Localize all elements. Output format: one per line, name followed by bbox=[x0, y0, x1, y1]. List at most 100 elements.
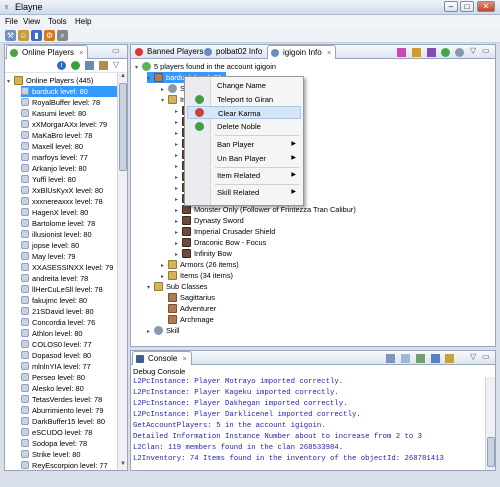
player-list-item[interactable]: COLOS0 level: 77 bbox=[21, 339, 117, 350]
gear-icon[interactable] bbox=[455, 48, 464, 57]
edit-icon[interactable] bbox=[412, 48, 421, 57]
subclasses-node[interactable]: ▾ Sub Classes bbox=[147, 281, 208, 292]
menu-file[interactable]: File bbox=[5, 17, 18, 26]
player-list-item[interactable]: HagenX level: 80 bbox=[21, 207, 117, 218]
player-list-item[interactable]: MaKaBro level: 78 bbox=[21, 130, 117, 141]
player-list-item[interactable]: andreita level: 78 bbox=[21, 273, 117, 284]
player-list-item[interactable]: Bartolome level: 78 bbox=[21, 218, 117, 229]
refresh-icon[interactable] bbox=[71, 61, 80, 70]
menu-item-change-name[interactable]: Change Name bbox=[187, 79, 301, 92]
minimize-view-icon[interactable]: ▭ bbox=[482, 352, 490, 361]
player-list-item[interactable]: Dopasod level: 80 bbox=[21, 350, 117, 361]
minimize-button[interactable]: – bbox=[444, 1, 458, 12]
menu-item-clear-karma[interactable]: Clear Karma bbox=[187, 106, 301, 119]
subclass-item[interactable]: Archmage bbox=[161, 314, 214, 325]
player-list-item[interactable]: Yuffi level: 80 bbox=[21, 174, 117, 185]
expand-arrow-icon[interactable]: ▾ bbox=[161, 96, 168, 107]
player-list-item[interactable]: marfoys level: 77 bbox=[21, 152, 117, 163]
player-list-item[interactable]: fakujmc level: 80 bbox=[21, 295, 117, 306]
player-list-item[interactable]: mlnlnYIA level: 77 bbox=[21, 361, 117, 372]
subclass-item[interactable]: Sagittarius bbox=[161, 292, 215, 303]
expand-arrow-icon[interactable]: ▸ bbox=[147, 327, 154, 338]
edit-icon[interactable] bbox=[397, 48, 406, 57]
menu-item-item-related[interactable]: Item Related ▶ bbox=[187, 169, 301, 182]
clear-console-icon[interactable] bbox=[386, 354, 395, 363]
minimize-view-icon[interactable]: ▭ bbox=[112, 46, 120, 55]
close-tab-icon[interactable]: × bbox=[183, 356, 187, 363]
open-console-icon[interactable] bbox=[445, 354, 454, 363]
player-list-item[interactable]: Alesko level: 80 bbox=[21, 383, 117, 394]
info-icon[interactable]: i bbox=[57, 61, 66, 70]
menu-item-ban-player[interactable]: Ban Player ▶ bbox=[187, 138, 301, 151]
weapon-item[interactable]: ▸Draconic Bow - Focus bbox=[175, 237, 266, 248]
player-list-item[interactable]: Perseo level: 80 bbox=[21, 372, 117, 383]
users-icon[interactable]: ☺ bbox=[18, 30, 29, 41]
player-list-item[interactable]: xXMorgarAXx level: 79 bbox=[21, 119, 117, 130]
console-scroll-thumb[interactable] bbox=[487, 437, 495, 467]
scroll-down-arrow-icon[interactable]: ▼ bbox=[119, 461, 127, 469]
maximize-button[interactable]: □ bbox=[460, 1, 474, 12]
sort-icon[interactable] bbox=[99, 61, 108, 70]
player-list-item[interactable]: Sodopa level: 78 bbox=[21, 438, 117, 449]
armors-node[interactable]: ▸ Armors (26 items) bbox=[161, 259, 239, 270]
player-list-item[interactable]: Athlon level: 80 bbox=[21, 328, 117, 339]
players-scroll-thumb[interactable] bbox=[119, 83, 127, 171]
player-list-item[interactable]: Strike level: 80 bbox=[21, 449, 117, 460]
tab-banned-players[interactable]: Banned Players bbox=[132, 45, 207, 59]
weapon-item[interactable]: ▸ Imperial Crusader Shield bbox=[175, 226, 275, 237]
menu-item-unban-player[interactable]: Un Ban Player ▶ bbox=[187, 152, 301, 165]
expand-arrow-icon[interactable]: ▾ bbox=[7, 77, 14, 86]
menu-tools[interactable]: Tools bbox=[48, 17, 67, 26]
player-list-item[interactable]: xxxnereaxxx level: 78 bbox=[21, 196, 117, 207]
database-icon[interactable]: ▮ bbox=[31, 30, 42, 41]
tab-online-players[interactable]: Online Players × bbox=[6, 45, 89, 59]
minimize-view-icon[interactable]: ▭ bbox=[482, 46, 490, 55]
online-players-root[interactable]: ▾ Online Players (445) bbox=[7, 75, 93, 86]
console-output[interactable]: L2PcInstance: Player Motrayo imported co… bbox=[131, 377, 483, 470]
view-menu-icon[interactable]: ▽ bbox=[470, 352, 476, 361]
player-list-item[interactable]: eSCUDO level: 78 bbox=[21, 427, 117, 438]
menu-view[interactable]: View bbox=[23, 17, 40, 26]
expand-arrow-icon[interactable]: ▾ bbox=[147, 74, 154, 85]
menu-item-skill-related[interactable]: Skill Related ▶ bbox=[187, 186, 301, 199]
tab-igigoin-info[interactable]: igigoin Info × bbox=[267, 45, 337, 59]
weapon-item[interactable]: ▸ Dynasty Sword bbox=[175, 215, 244, 226]
display-console-icon[interactable] bbox=[431, 354, 440, 363]
wand-icon[interactable] bbox=[427, 48, 436, 57]
player-list-item[interactable]: illusionist level: 80 bbox=[21, 229, 117, 240]
account-root-node[interactable]: ▾ 5 players found in the account igigoin bbox=[135, 61, 276, 72]
close-button[interactable]: ✕ bbox=[477, 1, 495, 12]
tab-polbat02-info[interactable]: polbat02 Info bbox=[201, 45, 266, 59]
close-tab-icon[interactable]: × bbox=[79, 50, 83, 57]
view-menu-icon[interactable]: ▽ bbox=[470, 46, 476, 55]
player-list-item[interactable]: XxBlUsKyxX level: 80 bbox=[21, 185, 117, 196]
player-list-item[interactable]: XXASESSINXX level: 79 bbox=[21, 262, 117, 273]
player-list-item[interactable]: Arkanjo level: 80 bbox=[21, 163, 117, 174]
close-tab-icon[interactable]: × bbox=[327, 50, 331, 57]
player-list-item[interactable]: llHerCuLeSll level: 78 bbox=[21, 284, 117, 295]
search-icon[interactable]: ⌕ bbox=[57, 30, 68, 41]
menu-item-delete-noble[interactable]: Delete Noble bbox=[187, 120, 301, 133]
tab-console[interactable]: Console × bbox=[132, 351, 192, 365]
player-list-item[interactable]: ReyEscorpion level: 77 bbox=[21, 460, 117, 470]
player-list-item[interactable]: TetasVerdes level: 78 bbox=[21, 394, 117, 405]
scroll-up-arrow-icon[interactable]: ▲ bbox=[119, 73, 127, 81]
player-list-item[interactable]: Concordia level: 76 bbox=[21, 317, 117, 328]
player-list-item[interactable]: Aburrimiento level: 79 bbox=[21, 405, 117, 416]
weapon-item[interactable]: ▸ Infinity Bow bbox=[175, 248, 232, 259]
scroll-lock-icon[interactable] bbox=[401, 354, 410, 363]
subclass-item[interactable]: Adventurer bbox=[161, 303, 216, 314]
skill-node[interactable]: ▸ Skill bbox=[147, 325, 180, 336]
connect-icon[interactable]: ⚒ bbox=[5, 30, 16, 41]
menu-item-teleport-giran[interactable]: Teleport to Giran bbox=[187, 93, 301, 106]
player-list-item[interactable]: barduck level: 80 bbox=[21, 86, 117, 97]
run-icon[interactable] bbox=[441, 48, 450, 57]
expand-arrow-icon[interactable]: ▾ bbox=[135, 63, 142, 74]
player-list-item[interactable]: jopse level: 80 bbox=[21, 240, 117, 251]
pin-console-icon[interactable] bbox=[416, 354, 425, 363]
view-menu-icon[interactable]: ▽ bbox=[113, 60, 119, 69]
players-scrollbar[interactable]: ▲ ▼ bbox=[117, 73, 127, 470]
player-list-item[interactable]: DarkBuffer15 level: 80 bbox=[21, 416, 117, 427]
settings-icon[interactable]: ⚙ bbox=[44, 30, 55, 41]
player-list-item[interactable]: 21SDavid level: 80 bbox=[21, 306, 117, 317]
